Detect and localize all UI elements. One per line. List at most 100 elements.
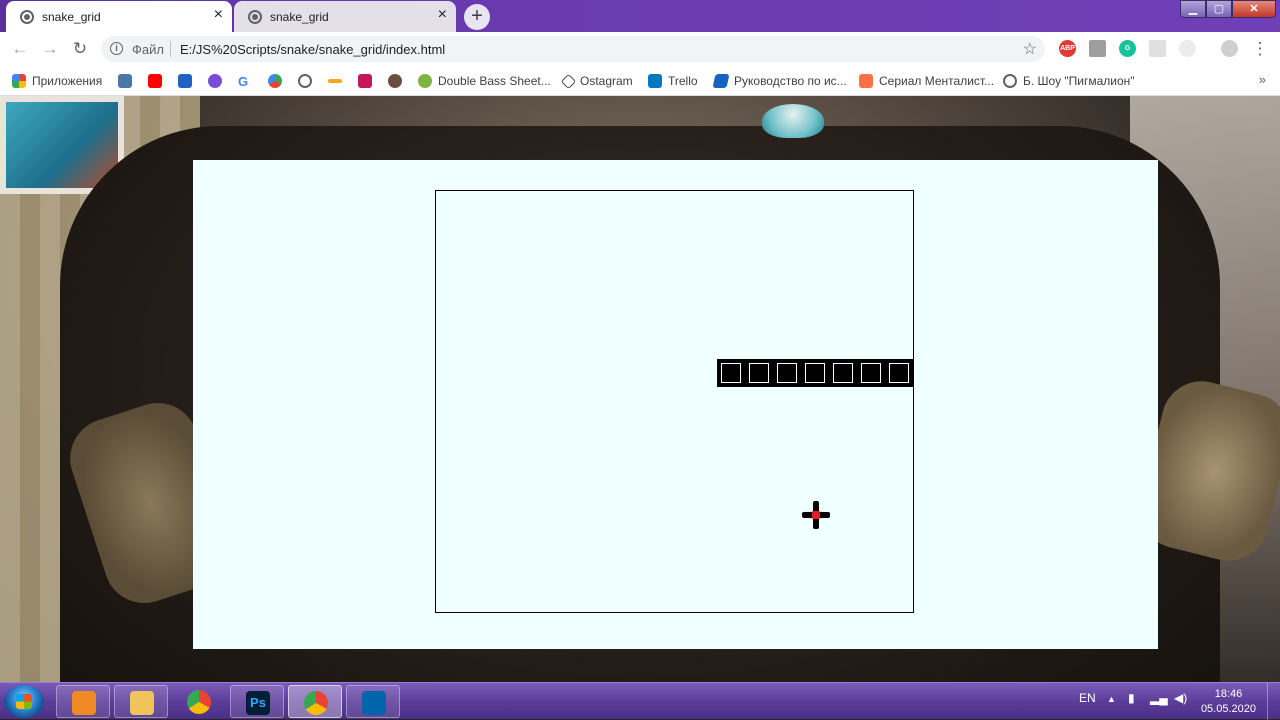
snake-segment [857, 359, 885, 387]
tab-close-icon[interactable]: × [214, 7, 223, 23]
start-button[interactable] [4, 685, 44, 718]
photoshop-icon: Ps [246, 691, 270, 715]
network-icon[interactable]: ▂▄ [1150, 691, 1168, 705]
bookmarks-bar: Приложения G Double Bass Sheet... Ostagr… [0, 66, 1280, 96]
adblock-icon[interactable]: ABP [1059, 40, 1076, 57]
bookmark-ostagram[interactable]: Ostagram [560, 72, 633, 90]
bookmark-item[interactable] [328, 72, 348, 90]
globe-icon [1003, 74, 1017, 88]
google-icon: G [238, 73, 249, 89]
globe-icon [298, 74, 312, 88]
tab-close-icon[interactable]: × [438, 7, 447, 23]
bookmark-trello[interactable]: Trello [648, 72, 698, 90]
url-text[interactable]: E:/JS%20Scripts/snake/snake_grid/index.h… [180, 42, 445, 57]
taskbar-chrome-active[interactable] [288, 685, 342, 718]
bookmarks-overflow-icon[interactable]: » [1259, 72, 1266, 87]
apps-icon [12, 74, 26, 88]
ostagram-icon [560, 73, 577, 89]
bookmark-icon [358, 74, 372, 88]
bookmark-icon [712, 74, 730, 88]
profile-icon[interactable] [1221, 40, 1238, 57]
snake-game-board[interactable] [435, 190, 914, 613]
snake-segment [885, 359, 913, 387]
vscode-icon [362, 691, 386, 715]
bookmark-item[interactable] [358, 72, 378, 90]
tab-inactive[interactable]: snake_grid × [234, 1, 456, 32]
snake-segment [801, 359, 829, 387]
bookmark-mail[interactable] [178, 72, 198, 90]
pdf-extension-icon[interactable] [1089, 40, 1106, 57]
move-cursor-icon [802, 501, 830, 529]
bookmark-icon [388, 74, 402, 88]
bookmark-item[interactable] [268, 72, 288, 90]
clock-date: 05.05.2020 [1200, 703, 1256, 715]
taskbar-vscode[interactable] [346, 685, 400, 718]
close-window-button[interactable]: ✕ [1232, 0, 1276, 18]
mail-icon [178, 74, 192, 88]
bookmark-item[interactable] [388, 72, 408, 90]
snake-segment [717, 359, 745, 387]
background-lamp [762, 104, 824, 138]
info-icon[interactable]: i [110, 42, 123, 55]
show-desktop-button[interactable] [1267, 683, 1280, 720]
bookmark-google[interactable]: G [238, 72, 248, 90]
media-player-icon [72, 691, 96, 715]
bookmark-item[interactable] [208, 72, 228, 90]
language-indicator[interactable]: EN [1079, 691, 1096, 705]
snake-segment [745, 359, 773, 387]
forward-button[interactable]: → [39, 38, 61, 60]
globe-icon [248, 10, 262, 24]
address-bar[interactable]: i Файл E:/JS%20Scripts/snake/snake_grid/… [101, 36, 1045, 62]
minimize-button[interactable]: ▁ [1180, 0, 1206, 18]
vk-icon [118, 74, 132, 88]
windows-logo-icon [16, 694, 32, 709]
bookmark-youtube[interactable] [148, 72, 168, 90]
back-button[interactable]: ← [9, 38, 31, 60]
tab-active[interactable]: snake_grid × [6, 1, 232, 32]
bookmark-icon [418, 74, 432, 88]
system-clock[interactable]: 18:46 05.05.2020 [1201, 687, 1256, 717]
bookmark-star-icon[interactable]: ☆ [1023, 39, 1037, 59]
browser-toolbar: ← → ↻ i Файл E:/JS%20Scripts/snake/snake… [0, 32, 1280, 66]
maximize-button[interactable]: ▢ [1206, 0, 1232, 18]
power-icon[interactable]: ▮ [1128, 691, 1135, 705]
tab-title: snake_grid [270, 10, 329, 24]
omnibox-divider [170, 41, 171, 57]
tab-title: snake_grid [42, 10, 101, 24]
trello-icon [648, 74, 662, 88]
menu-icon[interactable]: ⋮ [1249, 38, 1271, 60]
taskbar-chrome[interactable] [172, 685, 226, 718]
taskbar-file-explorer[interactable] [114, 685, 168, 718]
bookmark-apps[interactable]: Приложения [12, 72, 102, 90]
bookmark-vk[interactable] [118, 72, 138, 90]
clock-time: 18:46 [1214, 688, 1243, 700]
chrome-icon [187, 690, 211, 714]
new-tab-button[interactable]: + [464, 4, 490, 30]
grammarly-icon[interactable]: G [1119, 40, 1136, 57]
snake-segment [773, 359, 801, 387]
snake-segment [829, 359, 857, 387]
bookmark-icon [328, 79, 342, 83]
extension-icon[interactable] [1149, 40, 1166, 57]
bookmark-pygmalion[interactable]: Б. Шоу "Пигмалион" [1003, 72, 1135, 90]
bookmark-double-bass[interactable]: Double Bass Sheet... [418, 72, 551, 90]
volume-icon[interactable]: ◀) [1174, 691, 1187, 705]
globe-icon [20, 10, 34, 24]
bookmark-guide[interactable]: Руководство по ис... [712, 72, 847, 90]
taskbar: Ps EN ▲ ▮ ▂▄ ◀) 18:46 05.05.2020 [0, 682, 1280, 720]
bookmark-icon [208, 74, 222, 88]
bookmark-mentalist[interactable]: Сериал Менталист... [859, 72, 994, 90]
tray-expand-icon[interactable]: ▲ [1107, 694, 1116, 704]
bookmark-icon [268, 74, 282, 88]
folder-icon [130, 691, 154, 715]
bookmark-item[interactable] [298, 72, 318, 90]
scheme-label: Файл [132, 42, 164, 57]
tab-strip: snake_grid × snake_grid × + ▁ ▢ ✕ [0, 0, 1280, 32]
chrome-icon [304, 691, 328, 715]
extension-icon[interactable] [1179, 40, 1196, 57]
bookmark-icon [859, 74, 873, 88]
youtube-icon [148, 74, 162, 88]
taskbar-photoshop[interactable]: Ps [230, 685, 284, 718]
reload-button[interactable]: ↻ [69, 38, 91, 60]
taskbar-media-player[interactable] [56, 685, 110, 718]
